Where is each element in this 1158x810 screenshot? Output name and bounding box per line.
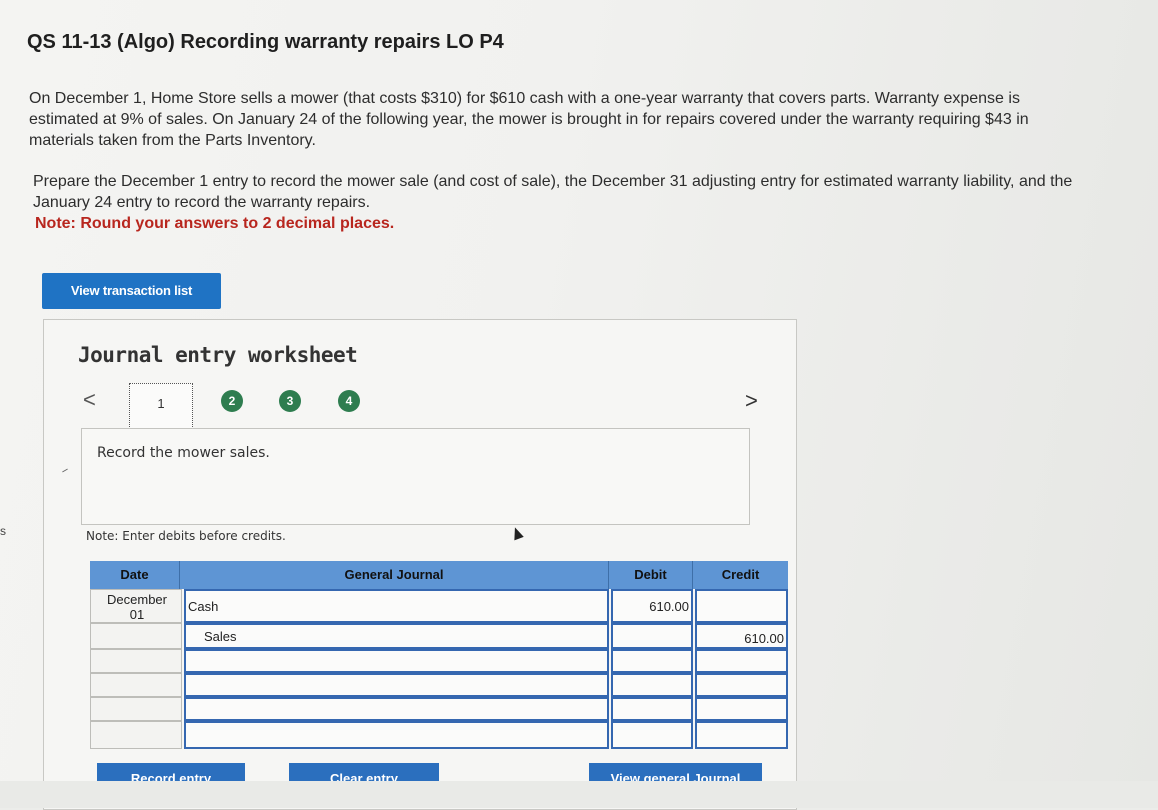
instruction-box	[81, 428, 750, 525]
instruction-text: Record the mower sales.	[97, 445, 270, 461]
account-input[interactable]	[184, 649, 609, 673]
header-credit: Credit	[693, 561, 788, 589]
date-cell[interactable]	[90, 623, 182, 649]
account-value: Cash	[188, 599, 219, 614]
debit-input[interactable]: 610.00	[611, 589, 693, 623]
table-row	[90, 649, 788, 673]
step-2-tab[interactable]: 2	[221, 390, 243, 412]
rounding-note: Note: Round your answers to 2 decimal pl…	[35, 215, 395, 232]
left-edge-fragment: s	[0, 524, 6, 538]
date-cell[interactable]: December 01	[90, 589, 182, 623]
step-3-tab[interactable]: 3	[279, 390, 301, 412]
credit-input[interactable]: 610.00	[695, 623, 788, 649]
debit-input[interactable]	[611, 649, 693, 673]
table-row: Sales 610.00	[90, 623, 788, 649]
table-row	[90, 721, 788, 749]
debit-input[interactable]	[611, 673, 693, 697]
date-cell[interactable]	[90, 721, 182, 749]
account-input[interactable]	[184, 721, 609, 749]
journal-table: Date General Journal Debit Credit Decemb…	[90, 561, 788, 751]
view-transaction-list-button[interactable]: View transaction list	[42, 273, 221, 309]
account-value: Sales	[204, 629, 237, 644]
step-1-label: 1	[157, 396, 165, 411]
account-input[interactable]: Sales	[184, 623, 609, 649]
credit-input[interactable]	[695, 673, 788, 697]
account-input[interactable]	[184, 673, 609, 697]
page-bottom-edge	[0, 781, 1158, 808]
credit-input[interactable]	[695, 697, 788, 721]
credit-input[interactable]	[695, 721, 788, 749]
question-title: QS 11-13 (Algo) Recording warranty repai…	[27, 31, 504, 53]
debit-input[interactable]	[611, 623, 693, 649]
debit-credit-note: Note: Enter debits before credits.	[86, 529, 286, 543]
credit-input[interactable]	[695, 649, 788, 673]
header-general-journal: General Journal	[180, 561, 609, 589]
step-1-tab[interactable]: 1	[129, 383, 193, 431]
debit-value: 610.00	[649, 599, 689, 614]
account-input[interactable]: Cash	[184, 589, 609, 623]
debit-input[interactable]	[611, 697, 693, 721]
step-4-tab[interactable]: 4	[338, 390, 360, 412]
account-input[interactable]	[184, 697, 609, 721]
date-cell[interactable]	[90, 649, 182, 673]
header-debit: Debit	[609, 561, 693, 589]
table-row: December 01 Cash 610.00	[90, 589, 788, 623]
table-row	[90, 673, 788, 697]
table-row	[90, 697, 788, 721]
date-cell[interactable]	[90, 697, 182, 721]
credit-input[interactable]	[695, 589, 788, 623]
date-value: December 01	[107, 592, 167, 622]
debit-input[interactable]	[611, 721, 693, 749]
credit-value: 610.00	[744, 631, 784, 646]
problem-paragraph: On December 1, Home Store sells a mower …	[29, 90, 1029, 149]
worksheet-title: Journal entry worksheet	[78, 343, 358, 367]
header-date: Date	[90, 561, 180, 589]
chevron-right-icon[interactable]: >	[745, 390, 758, 412]
instructions-paragraph: Prepare the December 1 entry to record t…	[33, 173, 1073, 211]
date-cell[interactable]	[90, 673, 182, 697]
chevron-left-icon[interactable]: <	[83, 389, 96, 411]
